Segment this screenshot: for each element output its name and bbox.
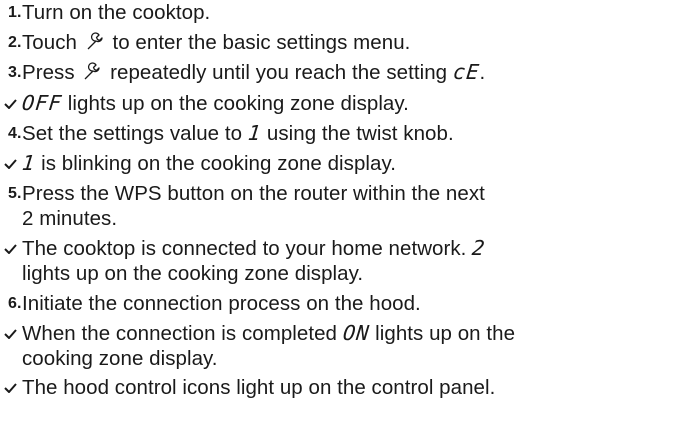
step-6: 6. Initiate the connection process on th… <box>0 291 421 316</box>
result-connected: The cooktop is connected to your home ne… <box>0 236 487 286</box>
result-text-body: lights up on the cooking zone display. <box>67 92 409 115</box>
step-text: Initiate the connection process on the h… <box>22 292 421 315</box>
checkmark-icon <box>0 91 22 116</box>
result-off: OFF lights up on the cooking zone displa… <box>0 91 409 116</box>
result-text-line-2: lights up on the cooking zone display. <box>22 262 364 285</box>
result-text-line-2: cooking zone display. <box>22 347 218 370</box>
result-text-post: lights up on the <box>375 322 516 345</box>
step-5: 5. Press the WPS button on the router wi… <box>0 181 485 231</box>
step-number: 2. <box>8 34 22 51</box>
result-text: 1 is blinking on the cooking zone displa… <box>20 151 396 176</box>
result-text-line-1: When the connection is completed ON ligh… <box>22 321 515 346</box>
step-number: 5. <box>8 185 22 202</box>
step-number: 4. <box>8 125 22 142</box>
result-text-body: The cooktop is connected to your home ne… <box>22 237 467 260</box>
display-code: 2 <box>470 236 487 260</box>
step-text-post: to enter the basic settings menu. <box>112 31 411 54</box>
result-text: The hood control icons light up on the c… <box>22 376 496 399</box>
step-text-line-2: 2 minutes. <box>22 207 118 230</box>
step-2: 2. Touch to enter the basic settings men… <box>0 30 410 55</box>
step-text: Press repeatedly until you reach the set… <box>22 60 485 85</box>
checkmark-icon <box>0 375 22 400</box>
step-text: Touch to enter the basic settings menu. <box>22 30 410 55</box>
result-text: OFF lights up on the cooking zone displa… <box>20 91 409 116</box>
step-4: 4. Set the settings value to 1 using the… <box>0 121 454 146</box>
step-text: Press the WPS button on the router withi… <box>22 181 485 231</box>
result-text: When the connection is completed ON ligh… <box>22 321 515 371</box>
result-text-body: is blinking on the cooking zone display. <box>41 152 396 175</box>
step-number: 6. <box>8 295 22 312</box>
step-text-pre: Press <box>22 61 75 84</box>
wrench-icon <box>84 62 101 80</box>
result-text-pre: When the connection is completed <box>22 322 337 345</box>
step-text-pre: Set the settings value to <box>22 122 243 145</box>
display-code: 1 <box>20 151 37 175</box>
result-text: The cooktop is connected to your home ne… <box>22 236 487 286</box>
step-1: 1. Turn on the cooktop. <box>0 0 210 25</box>
result-text-line-1: The cooktop is connected to your home ne… <box>22 236 487 261</box>
step-text-line-1: Press the WPS button on the router withi… <box>22 182 485 205</box>
wrench-icon <box>87 32 103 50</box>
step-text-post: using the twist knob. <box>266 122 454 145</box>
step-number: 3. <box>8 64 22 81</box>
step-text: Turn on the cooktop. <box>22 1 211 24</box>
display-code: 1 <box>246 121 263 145</box>
display-code: OFF <box>20 91 64 115</box>
step-text-pre: Touch <box>22 31 77 54</box>
step-number: 1. <box>8 4 22 21</box>
display-code: cE <box>451 60 481 84</box>
result-hood-icons: The hood control icons light up on the c… <box>0 375 495 400</box>
result-on: When the connection is completed ON ligh… <box>0 321 515 371</box>
checkmark-icon <box>0 321 22 346</box>
step-3: 3. Press repeatedly until you reach the … <box>0 60 485 85</box>
checkmark-icon <box>0 236 22 261</box>
step-text: Set the settings value to 1 using the tw… <box>22 121 454 146</box>
display-code: ON <box>341 321 371 345</box>
checkmark-icon <box>0 151 22 176</box>
result-blinking: 1 is blinking on the cooking zone displa… <box>0 151 396 176</box>
step-text-post: repeatedly until you reach the setting <box>110 61 448 84</box>
